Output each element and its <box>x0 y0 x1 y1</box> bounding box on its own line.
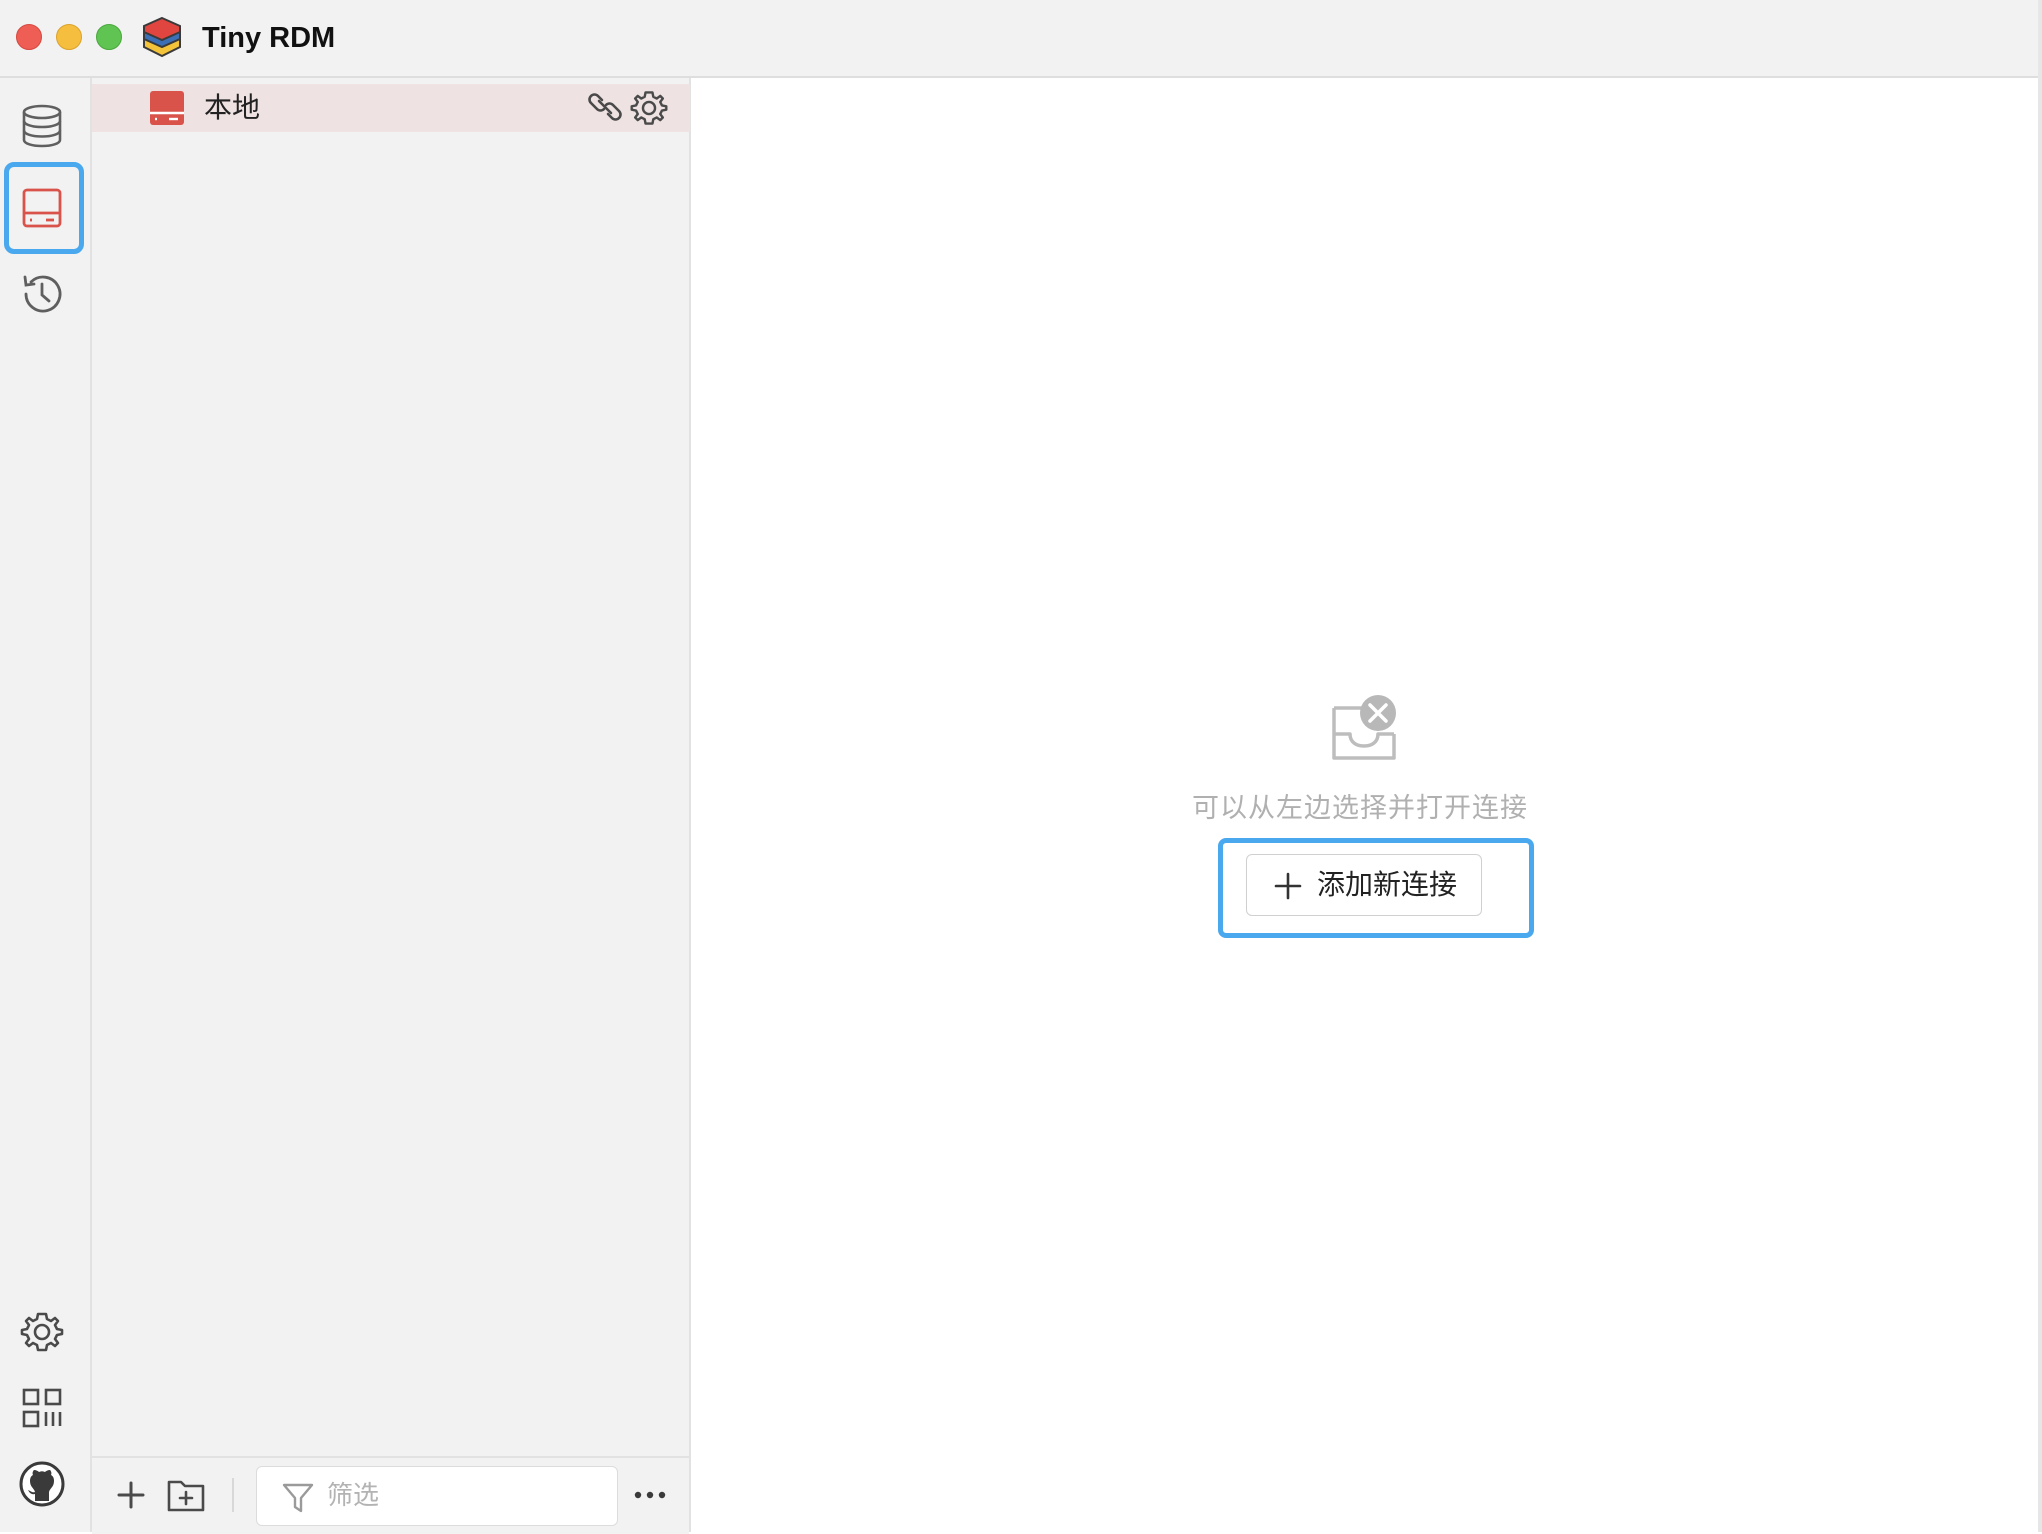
more-options-button[interactable] <box>632 1480 668 1510</box>
plus-icon <box>1273 871 1303 906</box>
link-icon[interactable] <box>588 90 622 129</box>
nav-selected-highlight <box>4 162 84 254</box>
window-right-edge <box>2038 0 2042 1532</box>
connection-item[interactable]: 本地 <box>92 84 690 132</box>
github-button[interactable] <box>0 1442 84 1526</box>
filter-icon <box>281 1481 315 1520</box>
settings-button[interactable] <box>0 1290 84 1374</box>
zoom-window-button[interactable] <box>96 24 122 50</box>
filter-input[interactable]: 筛选 <box>256 1466 618 1526</box>
plus-icon <box>117 1481 145 1509</box>
window-title: Tiny RDM <box>202 22 336 54</box>
add-group-button[interactable] <box>166 1476 206 1514</box>
empty-state-message: 可以从左边选择并打开连接 <box>1192 793 1528 823</box>
connection-label: 本地 <box>204 92 261 123</box>
gear-icon <box>20 1312 64 1352</box>
app-logo-icon <box>142 14 182 62</box>
footer-divider <box>232 1478 234 1512</box>
nav-database-button[interactable] <box>0 84 84 168</box>
filter-placeholder: 筛选 <box>327 1480 380 1510</box>
github-icon <box>19 1461 65 1507</box>
add-new-connection-label: 添加新连接 <box>1317 869 1458 900</box>
folder-plus-icon <box>167 1480 205 1512</box>
apps-button[interactable] <box>0 1366 84 1450</box>
close-window-button[interactable] <box>16 24 42 50</box>
apps-grid-icon <box>22 1388 62 1428</box>
empty-inbox-icon <box>1328 694 1400 766</box>
history-icon <box>23 275 62 313</box>
minimize-window-button[interactable] <box>56 24 82 50</box>
connection-panel <box>92 78 691 1532</box>
more-horizontal-icon <box>634 1491 666 1499</box>
nav-history-button[interactable] <box>0 252 84 336</box>
database-icon <box>22 104 62 148</box>
server-icon <box>149 90 185 131</box>
connection-settings-gear-icon[interactable] <box>630 89 668 132</box>
add-new-connection-button[interactable]: 添加新连接 <box>1246 854 1482 916</box>
add-connection-plus-button[interactable] <box>114 1478 148 1512</box>
